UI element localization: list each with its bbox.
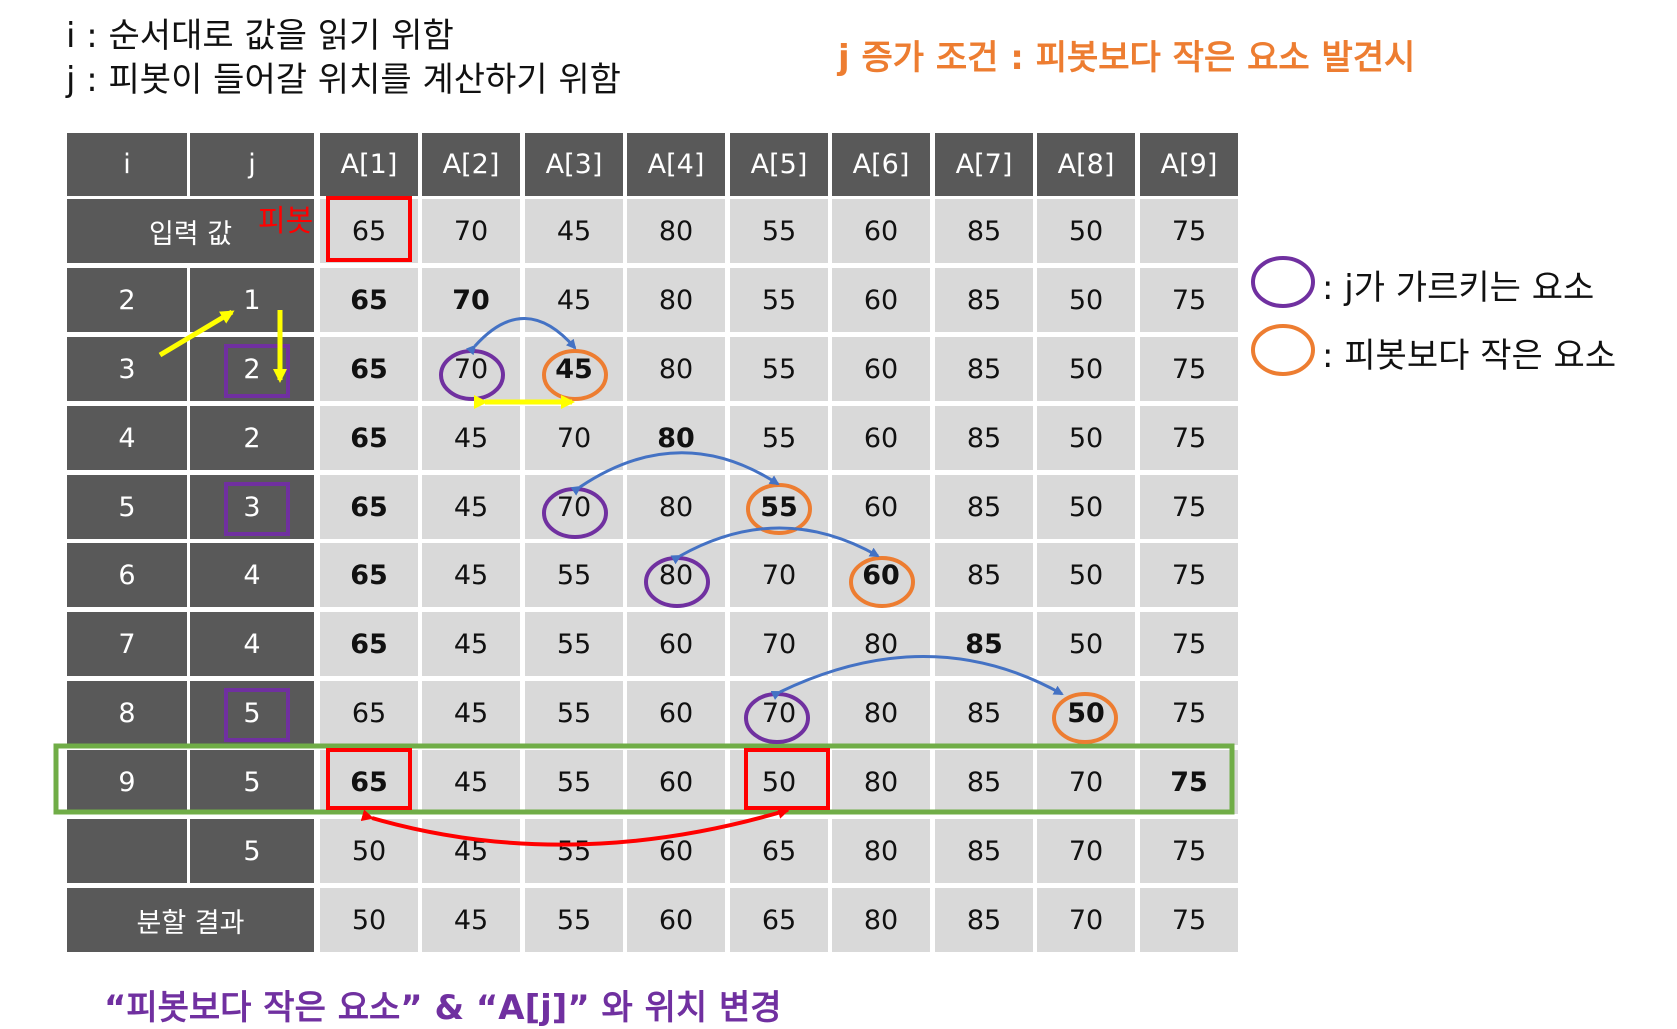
j-element-circle [439,349,505,401]
j-element-circle [744,692,810,744]
legend-orange-circle [1251,324,1315,376]
smaller-element-circle [1052,692,1118,744]
smaller-element-circle [542,349,608,401]
j-box [224,688,290,742]
pivot-swap-box-2 [744,748,830,810]
swap-arrow [570,451,780,496]
smaller-element-circle [746,483,812,535]
j-element-circle [542,487,608,539]
pivot-swap-box-1 [326,748,412,810]
swap-arrow [770,655,1064,700]
j-element-circle [644,556,710,608]
legend-purple-text: : j가 가르키는 요소 [1322,268,1595,308]
legend-orange-text: : 피봇보다 작은 요소 [1322,336,1617,376]
legend-purple-circle [1251,256,1315,308]
pivot-swap-arrow [360,807,790,847]
highlight-row-box [53,743,1235,815]
swap-arrow [465,317,577,356]
yellow-arrow [158,309,235,358]
pivot-label: 피봇 [258,204,314,239]
j-box [224,482,290,536]
footer-note: “피봇보다 작은 요소” & “A[j]” 와 위치 변경 [104,988,782,1028]
smaller-element-circle [849,556,915,608]
annotation-overlay [53,196,1315,847]
pivot-box [326,196,412,262]
